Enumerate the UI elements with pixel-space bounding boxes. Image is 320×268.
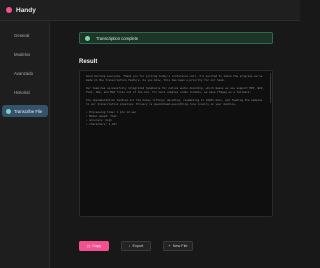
plus-icon: +: [168, 244, 171, 248]
app-title: Handy: [16, 6, 36, 14]
nav-dot-icon: [6, 90, 11, 95]
sidebar-item-general[interactable]: General: [2, 29, 48, 41]
nav-dot-icon: [6, 71, 11, 76]
nav-dot-icon: [6, 52, 11, 57]
app-logo-icon: [6, 7, 12, 13]
download-icon: ↓: [128, 244, 131, 248]
export-button[interactable]: ↓ Export: [121, 241, 151, 251]
transcription-text: Good morning everyone. Thank you for joi…: [86, 74, 264, 126]
copy-button-label: Copy: [92, 244, 102, 248]
result-text-area[interactable]: Good morning everyone. Thank you for joi…: [79, 70, 273, 217]
nav-dot-icon: [6, 108, 11, 114]
sidebar: General Modelos Avanzado Historial Trans…: [0, 21, 50, 268]
success-icon: [85, 35, 90, 41]
sidebar-item-historial[interactable]: Historial: [2, 86, 48, 98]
banner-text: Transcription complete: [96, 35, 139, 41]
sidebar-item-label: Modelos: [14, 51, 31, 57]
sidebar-item-label: General: [14, 32, 30, 38]
new-file-button-label: New File: [172, 244, 188, 248]
sidebar-item-label: Avanzado: [14, 70, 34, 76]
copy-icon: ❐: [86, 244, 91, 249]
action-bar: ❐ Copy ↓ Export + New File: [79, 241, 273, 251]
sidebar-item-avanzado[interactable]: Avanzado: [2, 67, 48, 79]
export-button-label: Export: [132, 244, 144, 248]
sidebar-item-transcribe-file[interactable]: Transcribe File: [2, 105, 48, 117]
scrollbar[interactable]: [269, 73, 271, 103]
new-file-button[interactable]: + New File: [163, 241, 193, 251]
success-banner: Transcription complete: [79, 32, 273, 44]
main-content: Transcription complete Result Good morni…: [51, 21, 300, 268]
copy-button[interactable]: ❐ Copy: [79, 241, 109, 251]
sidebar-item-label: Historial: [14, 89, 30, 95]
nav-dot-icon: [6, 33, 11, 38]
result-heading: Result: [79, 59, 98, 65]
sidebar-item-modelos[interactable]: Modelos: [2, 48, 48, 60]
title-bar: Handy: [0, 0, 300, 21]
sidebar-item-label: Transcribe File: [14, 108, 43, 114]
